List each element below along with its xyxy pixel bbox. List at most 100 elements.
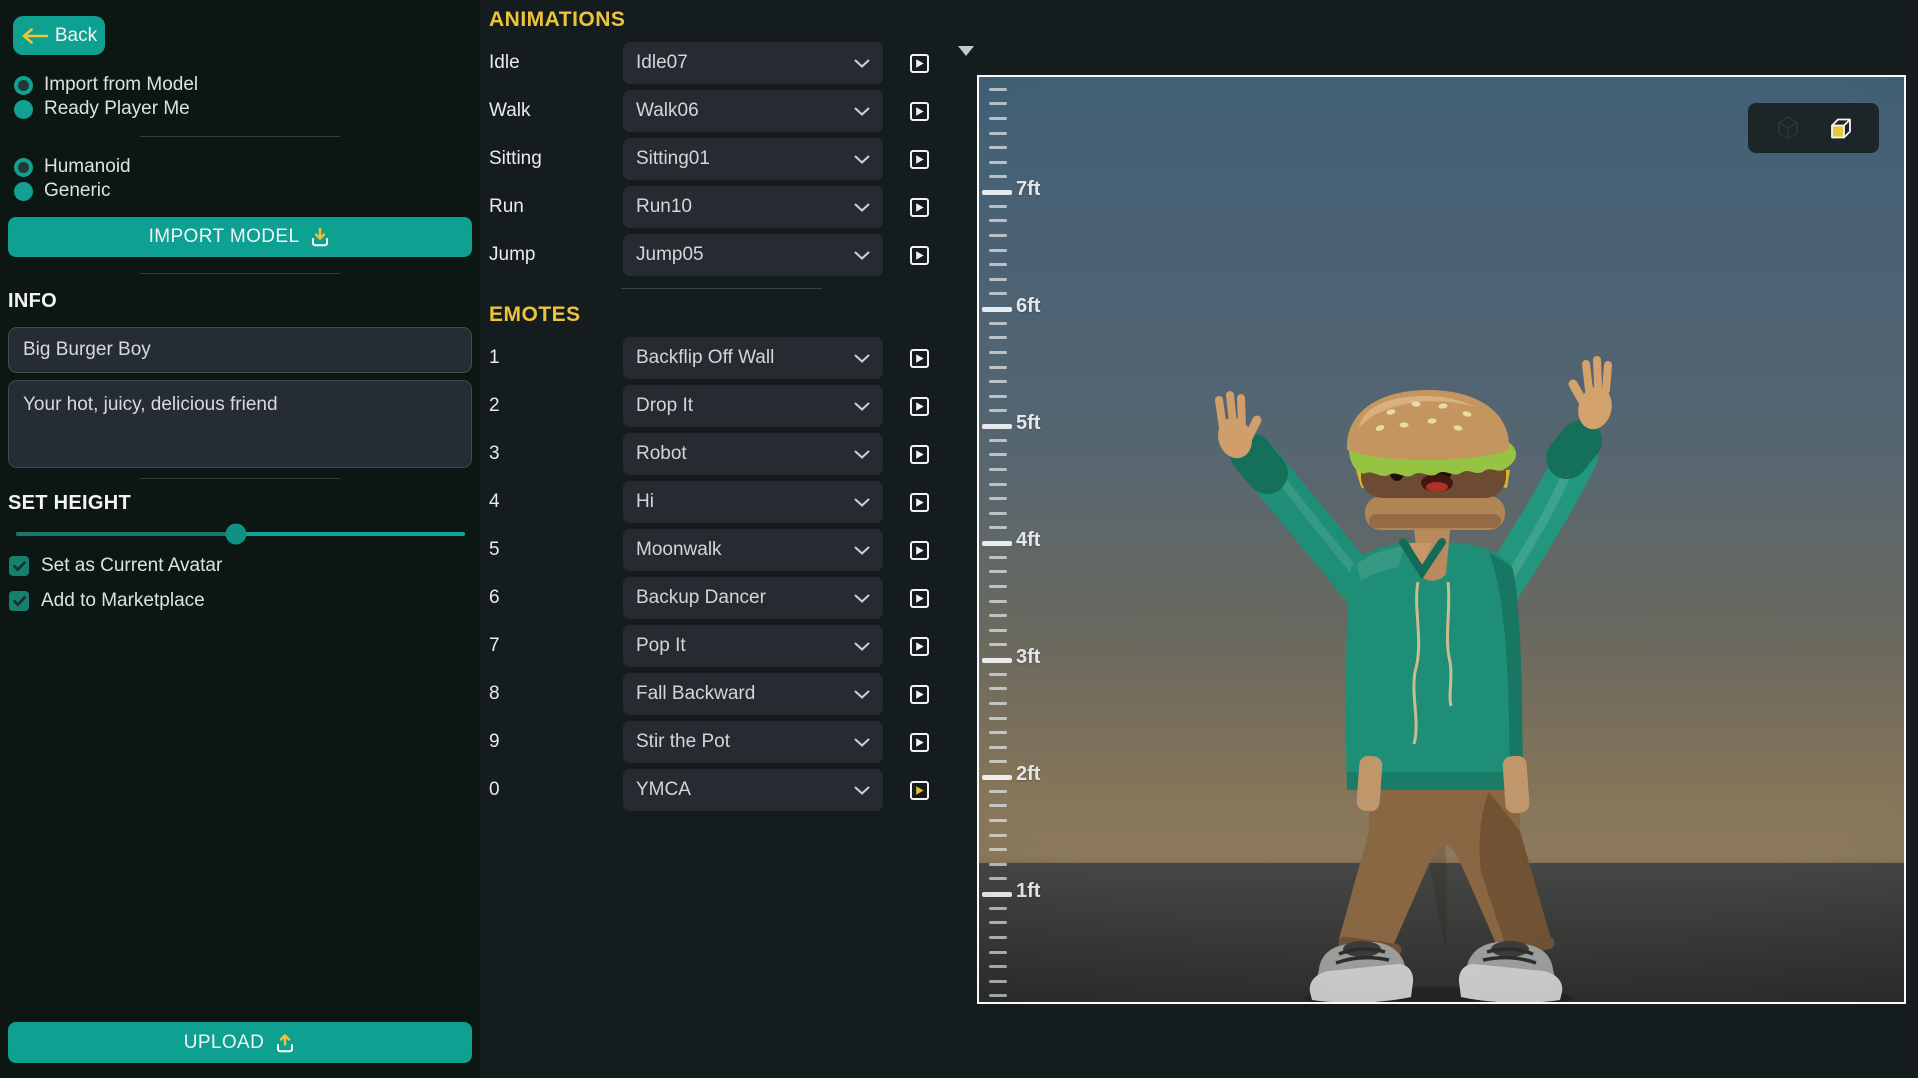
play-button[interactable] xyxy=(910,349,929,368)
emotes-heading: EMOTES xyxy=(489,303,959,330)
animation-select[interactable]: Fall Backward xyxy=(623,673,883,715)
row-label: 2 xyxy=(489,395,623,417)
radio-ready-player-me[interactable] xyxy=(14,100,33,119)
ruler-minor-tick xyxy=(989,278,1007,281)
download-icon xyxy=(309,226,331,248)
animation-select[interactable]: Hi xyxy=(623,481,883,523)
height-slider-thumb[interactable] xyxy=(226,524,247,545)
upload-button[interactable]: UPLOAD xyxy=(8,1022,472,1063)
ruler-minor-tick xyxy=(989,907,1007,910)
left-sidebar: Back Import from Model Ready Player Me H… xyxy=(0,0,480,1078)
play-icon xyxy=(914,449,925,460)
animation-select[interactable]: Run10 xyxy=(623,186,883,228)
play-button[interactable] xyxy=(910,54,929,73)
avatar-name-input[interactable] xyxy=(8,327,472,373)
radio-humanoid[interactable] xyxy=(14,158,33,177)
animation-select[interactable]: Walk06 xyxy=(623,90,883,132)
viewport-3d[interactable]: 7ft6ft5ft4ft3ft2ft1ft xyxy=(977,75,1906,1004)
play-button[interactable] xyxy=(910,397,929,416)
wireframe-cube-icon[interactable] xyxy=(1773,113,1803,143)
animation-select[interactable]: Backup Dancer xyxy=(623,577,883,619)
ruler-major-tick xyxy=(982,541,1012,546)
animation-select[interactable]: Drop It xyxy=(623,385,883,427)
play-button[interactable] xyxy=(910,246,929,265)
ruler-minor-tick xyxy=(989,395,1007,398)
avatar-description-input[interactable]: Your hot, juicy, delicious friend xyxy=(8,380,472,468)
row-label: 9 xyxy=(489,731,623,753)
ruler-minor-tick xyxy=(989,790,1007,793)
play-icon xyxy=(914,737,925,748)
ruler-minor-tick xyxy=(989,483,1007,486)
radio-import-from-model[interactable] xyxy=(14,76,33,95)
animation-select[interactable]: Stir the Pot xyxy=(623,721,883,763)
emotes-section: EMOTES 1 Backflip Off Wall 2 Drop It xyxy=(489,303,959,817)
checkbox-add-to-marketplace[interactable] xyxy=(9,591,29,611)
play-button[interactable] xyxy=(910,445,929,464)
upload-label: UPLOAD xyxy=(184,1032,265,1054)
animation-select[interactable]: Jump05 xyxy=(623,234,883,276)
ruler-minor-tick xyxy=(989,453,1007,456)
ruler-minor-tick xyxy=(989,512,1007,515)
animation-select[interactable]: YMCA xyxy=(623,769,883,811)
ruler-minor-tick xyxy=(989,863,1007,866)
back-arrow-icon xyxy=(21,28,48,44)
row-label: 3 xyxy=(489,443,623,465)
play-button[interactable] xyxy=(910,541,929,560)
animation-row: Jump Jump05 xyxy=(489,234,959,276)
play-icon xyxy=(914,689,925,700)
ruler-minor-tick xyxy=(989,88,1007,91)
ruler-minor-tick xyxy=(989,102,1007,105)
play-button[interactable] xyxy=(910,150,929,169)
play-icon xyxy=(914,641,925,652)
play-button[interactable] xyxy=(910,589,929,608)
animation-row: 6 Backup Dancer xyxy=(489,577,959,619)
ruler-minor-tick xyxy=(989,600,1007,603)
chevron-down-icon xyxy=(854,402,870,411)
height-slider-fill xyxy=(16,532,236,536)
solid-cube-icon[interactable] xyxy=(1824,113,1854,143)
animation-select[interactable]: Sitting01 xyxy=(623,138,883,180)
play-button[interactable] xyxy=(910,102,929,121)
ruler-minor-tick xyxy=(989,702,1007,705)
play-button[interactable] xyxy=(910,781,929,800)
ruler-minor-tick xyxy=(989,468,1007,471)
checkbox-label: Add to Marketplace xyxy=(41,590,205,612)
ruler-minor-tick xyxy=(989,570,1007,573)
selected-option: YMCA xyxy=(636,779,854,801)
ruler-minor-tick xyxy=(989,731,1007,734)
animation-select[interactable]: Pop It xyxy=(623,625,883,667)
play-button[interactable] xyxy=(910,685,929,704)
height-slider[interactable] xyxy=(16,524,465,544)
animation-row: Sitting Sitting01 xyxy=(489,138,959,180)
row-label: Sitting xyxy=(489,148,623,170)
play-icon xyxy=(914,785,925,796)
animation-row: Idle Idle07 xyxy=(489,42,959,84)
animation-select[interactable]: Backflip Off Wall xyxy=(623,337,883,379)
selected-option: Idle07 xyxy=(636,52,854,74)
play-button[interactable] xyxy=(910,493,929,512)
play-button[interactable] xyxy=(910,198,929,217)
animation-row: 4 Hi xyxy=(489,481,959,523)
play-icon xyxy=(914,58,925,69)
ruler-minor-tick xyxy=(989,161,1007,164)
back-button[interactable]: Back xyxy=(13,16,105,55)
radio-generic[interactable] xyxy=(14,182,33,201)
selected-option: Run10 xyxy=(636,196,854,218)
play-button[interactable] xyxy=(910,733,929,752)
chevron-down-icon xyxy=(854,251,870,260)
play-button[interactable] xyxy=(910,637,929,656)
animation-select[interactable]: Moonwalk xyxy=(623,529,883,571)
ruler-label: 3ft xyxy=(1016,646,1040,669)
ruler-major-tick xyxy=(982,775,1012,780)
collapse-panel-arrow-icon[interactable] xyxy=(958,46,974,56)
chevron-down-icon xyxy=(854,107,870,116)
animation-select[interactable]: Robot xyxy=(623,433,883,475)
import-model-button[interactable]: IMPORT MODEL xyxy=(8,217,472,257)
import-model-label: IMPORT MODEL xyxy=(149,226,300,248)
selected-option: Stir the Pot xyxy=(636,731,854,753)
ruler-minor-tick xyxy=(989,292,1007,295)
checkbox-set-current-avatar[interactable] xyxy=(9,556,29,576)
selected-option: Drop It xyxy=(636,395,854,417)
animation-rows: Idle Idle07 Walk Walk06 Sitting xyxy=(489,42,959,276)
animation-select[interactable]: Idle07 xyxy=(623,42,883,84)
